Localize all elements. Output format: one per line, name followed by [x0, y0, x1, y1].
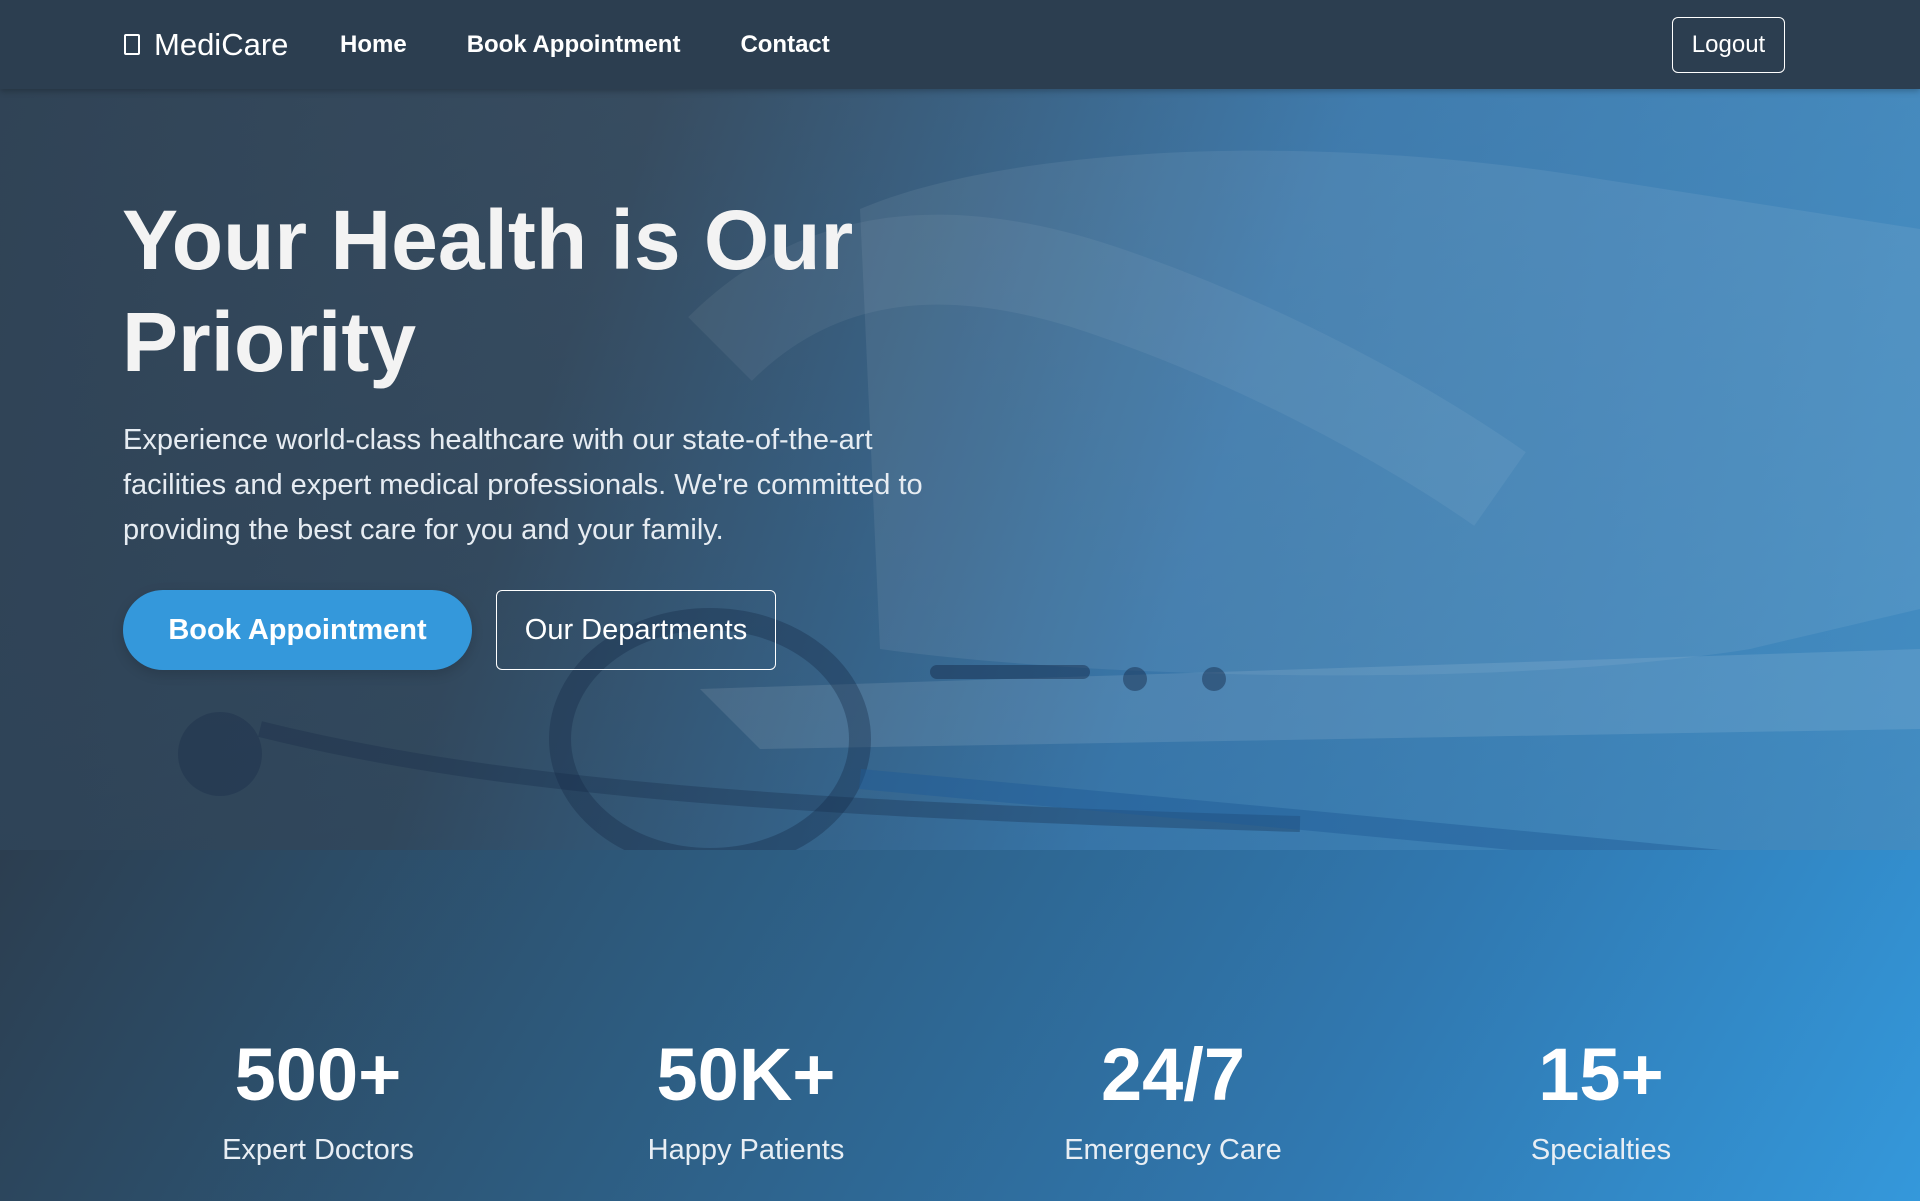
stat-label: Specialties — [1530, 1134, 1672, 1166]
nav-link-book-appointment[interactable]: Book Appointment — [467, 31, 681, 59]
stat-value: 500+ — [234, 1033, 402, 1116]
stat-expert-doctors: 500+ Expert Doctors — [118, 1030, 518, 1170]
book-appointment-button[interactable]: Book Appointment — [123, 590, 472, 670]
hospital-icon — [124, 34, 140, 55]
brand-name: MediCare — [154, 26, 289, 62]
our-departments-button[interactable]: Our Departments — [496, 590, 776, 670]
stat-specialties: 15+ Specialties — [1401, 1030, 1801, 1170]
stat-happy-patients: 50K+ Happy Patients — [546, 1030, 946, 1170]
stat-label: Expert Doctors — [222, 1134, 414, 1166]
stat-label: Emergency Care — [1064, 1134, 1282, 1166]
nav-link-home[interactable]: Home — [340, 31, 407, 59]
brand-logo-link[interactable]: MediCare — [124, 0, 288, 89]
stat-value: 15+ — [1538, 1033, 1664, 1116]
navbar: MediCare Home Book Appointment Contact L… — [0, 0, 1920, 89]
logout-button[interactable]: Logout — [1672, 17, 1785, 73]
hero-section: Your Health is Our Priority Experience w… — [0, 89, 1920, 850]
stat-label: Happy Patients — [647, 1134, 845, 1166]
hero-subtitle: Experience world-class healthcare with o… — [123, 424, 923, 546]
stat-emergency-care: 24/7 Emergency Care — [973, 1030, 1373, 1170]
hero-title: Your Health is Our Priority — [122, 193, 854, 389]
stat-value: 24/7 — [1100, 1033, 1246, 1116]
stat-value: 50K+ — [656, 1033, 836, 1116]
nav-link-contact[interactable]: Contact — [740, 31, 829, 59]
nav-links: Home Book Appointment Contact — [340, 0, 830, 89]
